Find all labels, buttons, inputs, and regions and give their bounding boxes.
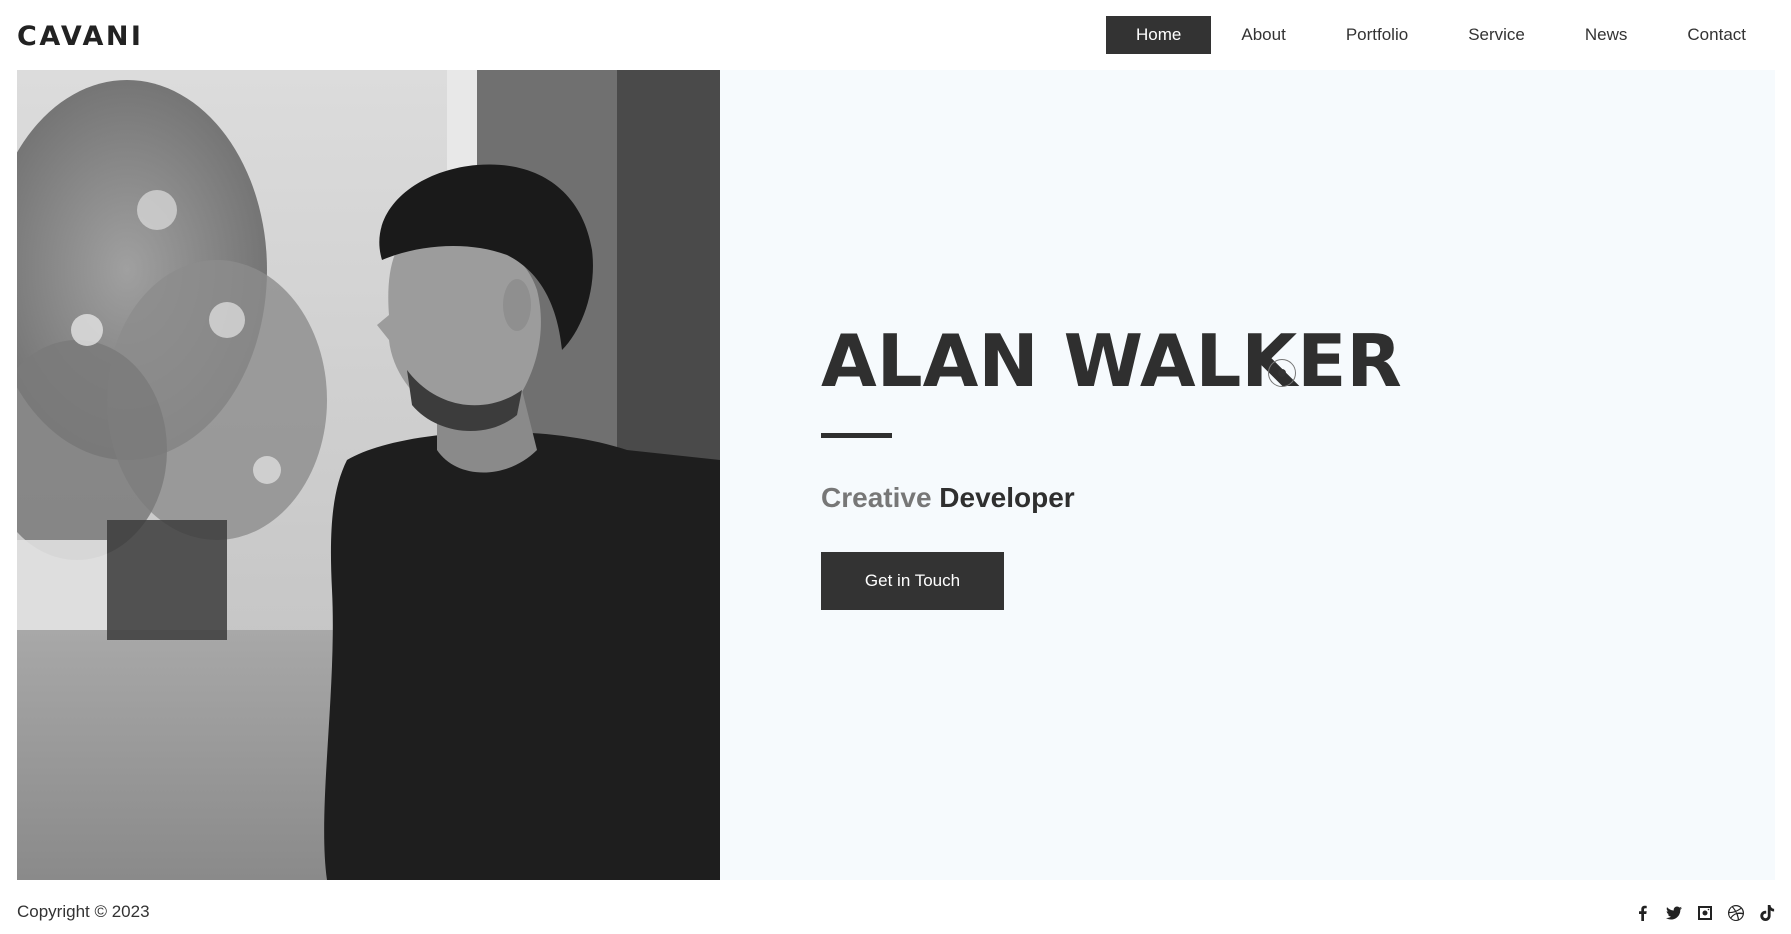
nav-item-home[interactable]: Home	[1106, 16, 1212, 54]
site-footer: Copyright © 2023	[0, 880, 1791, 934]
copyright-text: Copyright © 2023	[17, 902, 150, 921]
name-underline	[821, 433, 892, 438]
nav-item-service[interactable]: Service	[1438, 16, 1555, 54]
twitter-icon[interactable]	[1665, 904, 1683, 922]
get-in-touch-button[interactable]: Get in Touch	[821, 552, 1004, 610]
facebook-icon[interactable]	[1634, 904, 1652, 922]
nav-item-news[interactable]: News	[1555, 16, 1658, 54]
site-header: CAVANI Home About Portfolio Service News…	[0, 0, 1791, 70]
main-nav: Home About Portfolio Service News Contac…	[1106, 16, 1776, 54]
custom-cursor-dot	[1278, 369, 1286, 377]
hero-content: ALAN WALKER Creative Developer Get in To…	[821, 325, 1402, 610]
hero-section: ALAN WALKER Creative Developer Get in To…	[17, 70, 1775, 880]
hero-name: ALAN WALKER	[821, 319, 1402, 403]
site-logo[interactable]: CAVANI	[17, 21, 143, 52]
nav-item-about[interactable]: About	[1211, 16, 1315, 54]
instagram-icon[interactable]	[1696, 904, 1714, 922]
job-title-bold: Developer	[939, 482, 1075, 513]
social-links	[1634, 904, 1776, 922]
job-title-light: Creative	[821, 482, 932, 513]
portrait-photo	[17, 70, 720, 880]
tiktok-icon[interactable]	[1758, 904, 1776, 922]
nav-item-contact[interactable]: Contact	[1657, 16, 1776, 54]
dribbble-icon[interactable]	[1727, 904, 1745, 922]
hero-job-title: Creative Developer	[821, 482, 1402, 514]
nav-item-portfolio[interactable]: Portfolio	[1316, 16, 1438, 54]
